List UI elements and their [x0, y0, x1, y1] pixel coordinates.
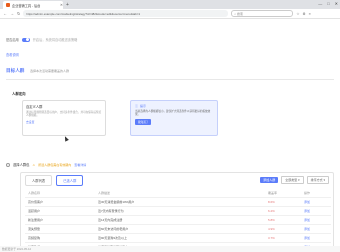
tip-title: 提示 [140, 104, 147, 108]
page-content: 是否启用 开启后，系统将自动推送该策略 查看说明 目标人群 选择本次活动需要覆盖… [0, 20, 340, 252]
extensions-icon[interactable]: ⚙ [303, 12, 306, 16]
cell-action[interactable]: 添加 [301, 197, 331, 207]
search-icon: ⌕ [234, 11, 237, 16]
cell-name: 高价值客户 [25, 197, 95, 207]
cell-rate: 6.2% [265, 206, 301, 216]
package-label: 选择人群包 [13, 163, 30, 167]
back-icon[interactable]: ← [3, 11, 7, 16]
table-row: 高频复购 近90天复购3次及以上 3.7% 添加 [25, 233, 331, 243]
cell-blank [225, 224, 265, 234]
bookmark-icon[interactable]: ☆ [296, 12, 299, 16]
browser-tab[interactable]: 企业营销工具 - 后台 ✕ [3, 1, 63, 9]
cell-desc: 近7天内有登录行为 [95, 206, 225, 216]
tip-box: ⓘ 提示 当前选择的人群规模较小，建议扩大筛选条件以获得更好的投放效果。 我知道… [130, 100, 218, 136]
window-controls: — □ ✕ [318, 1, 338, 6]
tab-title: 企业营销工具 - 后台 [12, 3, 41, 8]
audience-package-row: 选择人群包 ⚠ 所选人群包需在有效期内 查看详情 [6, 162, 86, 167]
cell-rate: 8.6% [265, 197, 301, 207]
reload-icon[interactable]: ↻ [17, 11, 20, 16]
cell-rate: 3.7% [265, 233, 301, 243]
forward-icon[interactable]: → [10, 11, 14, 16]
audience-table: 人群名称 人群描述 覆盖率 操作 高价值客户 近30天消费金额前10%用户 8.6%… [25, 189, 331, 252]
cell-action[interactable]: 添加 [301, 224, 331, 234]
col-desc: 人群描述 [98, 191, 111, 195]
targeting-subhead: 人群定向 [12, 92, 26, 96]
cell-blank [225, 206, 265, 216]
tab-selected-audience[interactable]: 已选人群 [56, 175, 84, 186]
address-bar: ← → ↻ https://admin.example.com/marketin… [0, 9, 340, 19]
cell-desc: 近60天未访问的老用户 [95, 224, 225, 234]
info-icon: ⓘ [135, 104, 139, 108]
cell-blank [225, 233, 265, 243]
cell-desc: 近14天内完成注册 [95, 215, 225, 225]
tip-confirm-button[interactable]: 我知道了 [135, 119, 152, 126]
minimize-button[interactable]: — [318, 1, 322, 6]
card-link[interactable]: 去设置 [26, 120, 102, 124]
warning-icon: ⚠ [32, 162, 36, 167]
tip-description: 当前选择的人群规模较小，建议扩大筛选条件以获得更好的投放效果。 [135, 110, 211, 117]
cell-blank [225, 215, 265, 225]
new-tab-icon[interactable]: + [66, 2, 69, 8]
close-icon[interactable]: ✕ [60, 3, 63, 7]
enable-toggle[interactable] [21, 37, 30, 42]
cell-rate: 4.9% [265, 224, 301, 234]
section-title: 目标人群 [6, 68, 25, 73]
audience-panel: 人群列表 已选人群 添加人群 全部类型 ▾ 排序方式 ▾ 人群名称 人群描述 覆… [20, 172, 334, 252]
cell-name: 流失预警 [25, 224, 95, 234]
cell-blank [225, 197, 265, 207]
custom-audience-card[interactable]: 自定义人群 通过标签规则筛选目标用户，支持多条件组合，并可在保存后预览人群规模。… [22, 100, 106, 136]
settings-link[interactable]: 查看说明 [6, 52, 19, 57]
enable-setting-row: 是否启用 开启后，系统将自动推送该策略 [6, 37, 77, 42]
menu-icon[interactable]: ≡ [309, 12, 311, 16]
table-row: 新注册用户 近14天内完成注册 5.8% 添加 [25, 215, 331, 225]
cell-desc: 近30天消费金额前10%用户 [95, 197, 225, 207]
table-row: 高价值客户 近30天消费金额前10%用户 8.6% 添加 [25, 197, 331, 207]
browser-search-box[interactable]: ⌕ 搜索 [231, 10, 294, 17]
url-field[interactable]: https://admin.example.com/marketing/stra… [23, 10, 229, 17]
toggle-label: 是否启用 [6, 38, 19, 42]
package-detail-link[interactable]: 查看详情 [74, 163, 86, 167]
section-divider [6, 79, 334, 80]
col-name: 人群名称 [28, 191, 41, 195]
panel-tools: 添加人群 全部类型 ▾ 排序方式 ▾ [260, 176, 329, 184]
section-subtitle: 选择本次活动需要覆盖的人群 [30, 69, 70, 73]
toggle-hint: 开启后，系统将自动推送该策略 [32, 38, 78, 42]
cell-rate: 5.8% [265, 215, 301, 225]
cell-action[interactable]: 添加 [301, 206, 331, 216]
search-placeholder: 搜索 [237, 11, 244, 16]
toolbar-icons: ☆ ⚙ ≡ [296, 12, 310, 16]
cell-desc: 近90天复购3次及以上 [95, 233, 225, 243]
card-title: 自定义人群 [26, 105, 43, 109]
cell-name: 新注册用户 [25, 215, 95, 225]
radio-button[interactable] [6, 162, 10, 167]
cell-name: 高频复购 [25, 233, 95, 243]
favicon-icon [6, 3, 10, 7]
browser-tab-bar: 企业营销工具 - 后台 ✕ + — □ ✕ [0, 0, 340, 9]
table-row: 活跃用户 近7天内有登录行为 6.2% 添加 [25, 206, 331, 216]
table-row: 流失预警 近60天未访问的老用户 4.9% 添加 [25, 224, 331, 234]
cell-name: 活跃用户 [25, 206, 95, 216]
mouse-cursor-icon [63, 135, 69, 142]
maximize-button[interactable]: □ [327, 1, 329, 6]
sort-select[interactable]: 排序方式 ▾ [306, 176, 329, 184]
table-header-row: 人群名称 人群描述 覆盖率 操作 [25, 189, 331, 198]
col-action: 操作 [304, 191, 311, 195]
add-audience-button[interactable]: 添加人群 [260, 177, 279, 183]
col-rate: 覆盖率 [268, 191, 278, 195]
close-window-button[interactable]: ✕ [335, 1, 338, 6]
col-blank [225, 189, 265, 198]
card-description: 通过标签规则筛选目标用户，支持多条件组合，并可在保存后预览人群规模。 [26, 111, 102, 118]
package-warning: 所选人群包需在有效期内 [38, 162, 72, 167]
type-select[interactable]: 全部类型 ▾ [281, 176, 304, 184]
status-bar: 数据更新于 2024-05-12 [0, 246, 340, 252]
type-select-value: 全部类型 [285, 178, 298, 182]
sort-select-value: 排序方式 [310, 178, 323, 182]
cell-action[interactable]: 添加 [301, 233, 331, 243]
panel-tabs: 人群列表 已选人群 [25, 175, 84, 186]
tab-audience-list[interactable]: 人群列表 [25, 175, 53, 186]
cell-action[interactable]: 添加 [301, 215, 331, 225]
